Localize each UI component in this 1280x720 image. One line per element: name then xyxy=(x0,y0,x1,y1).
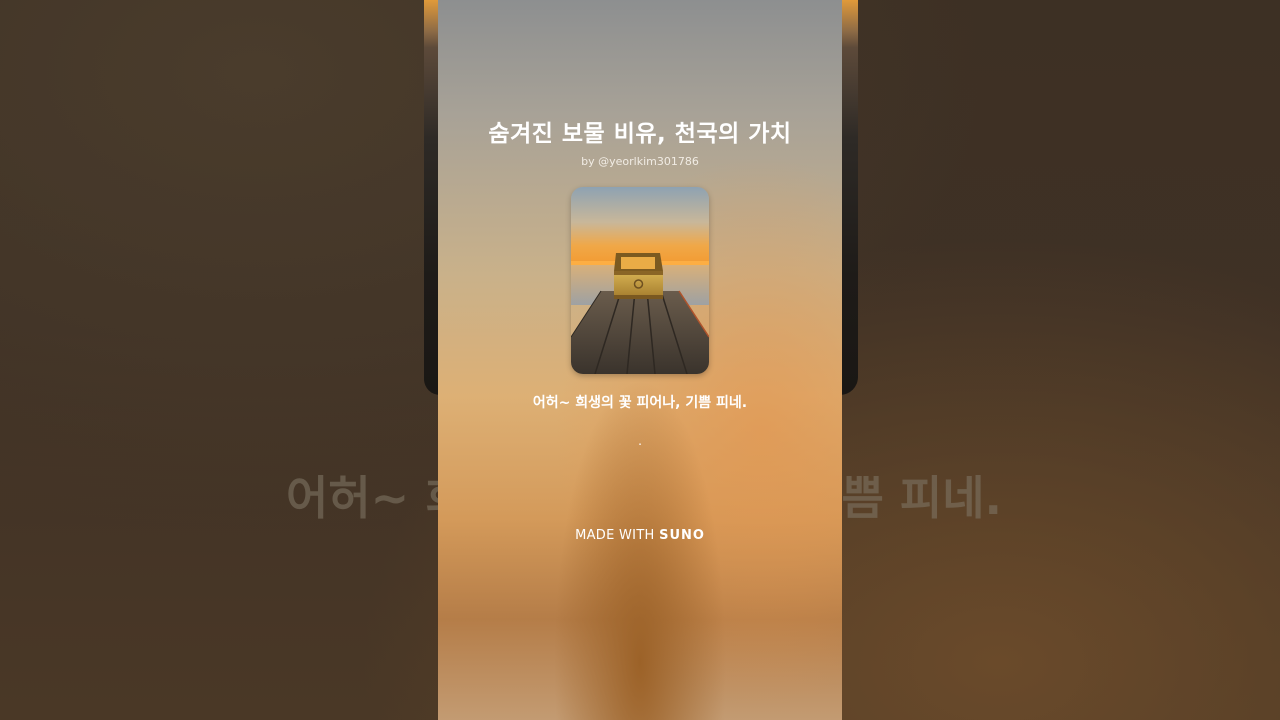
made-with-label: MADE WITH xyxy=(575,528,655,543)
song-title: 숨겨진 보물 비유, 천국의 가치 xyxy=(488,121,792,147)
treasure-chest-on-pier-icon xyxy=(571,187,709,374)
cover-art xyxy=(571,187,709,374)
blurred-cover-edge-right xyxy=(840,0,858,395)
background-lyric-left: 어허~ 희 xyxy=(286,471,438,525)
next-lyric-line: . xyxy=(638,434,642,448)
made-with-suno-badge: MADE WITH SUNO xyxy=(438,528,842,543)
video-panel: 숨겨진 보물 비유, 천국의 가치 by @yeorlkim301786 어허~… xyxy=(438,0,842,720)
suno-brand: SUNO xyxy=(659,528,705,543)
current-lyric-line: 어허~ 희생의 꽃 피어나, 기쁨 피네. xyxy=(532,395,748,411)
artist-byline: by @yeorlkim301786 xyxy=(581,155,699,168)
background-lyric-right: 쁨 피네. xyxy=(842,471,1002,525)
